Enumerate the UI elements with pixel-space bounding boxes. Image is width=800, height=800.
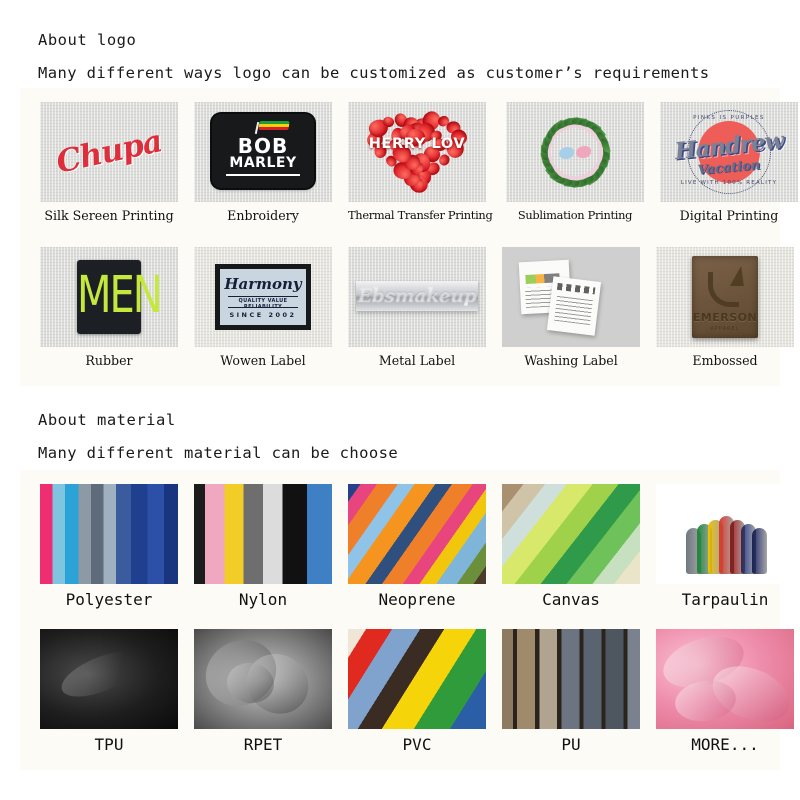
neoprene-swatch [348,484,486,584]
embossed-brand-name: EMERSON [692,311,758,324]
metal-label-thumbnail: Ebsmakeup [348,247,486,347]
logo-item-digital-printing[interactable]: PINKS IS PURPLES Handrew Vacation LIVE W… [660,102,798,223]
pvc-swatch [348,629,486,729]
silk-screen-thumbnail: Chupa [40,102,178,202]
logo-item-label: Embossed [692,353,758,368]
digital-top-text: PINKS IS PURPLES [693,115,765,121]
logo-item-label: Enbroidery [227,208,299,223]
material-item-tpu[interactable]: TPU [40,629,178,754]
material-item-neoprene[interactable]: Neoprene [348,484,486,609]
logo-item-embroidery[interactable]: BOB MARLEY Enbroidery [194,102,332,223]
logo-item-sublimation[interactable]: Sublimation Printing [506,102,644,223]
rubber-thumbnail: MEN [40,247,178,347]
logo-item-label: Washing Label [524,353,618,368]
harmony-label: Harmony QUALITY VALUE RELIABILITY SINCE … [215,264,311,330]
material-item-tarpaulin[interactable]: Tarpaulin [656,484,794,609]
leather-patch: EMERSON APPAREL [692,256,758,338]
logo-item-label: Thermal Transfer Printing [348,208,493,222]
harmony-brand-name: Harmony [224,275,302,293]
material-item-nylon[interactable]: Nylon [194,484,332,609]
harmony-tagline: QUALITY VALUE RELIABILITY [238,298,288,310]
rpet-swatch [194,629,332,729]
material-item-label: TPU [94,735,124,754]
embossed-sub-text: APPAREL [710,326,740,332]
sublimation-thumbnail [506,102,644,202]
heart-logo-text: HERRY LOV [368,136,466,152]
logo-item-woven-label[interactable]: Harmony QUALITY VALUE RELIABILITY SINCE … [194,247,332,368]
logo-grid-row-1: Chupa Silk Sereen Printing BOB MARLEY En… [20,102,798,223]
material-item-label: PU [561,735,581,754]
harmony-since: SINCE 2002 [229,311,297,319]
logo-item-label: Metal Label [378,353,456,368]
logo-item-embossed[interactable]: EMERSON APPAREL Embossed [656,247,794,368]
tpu-swatch [40,629,178,729]
logo-item-washing-label[interactable]: Washing Label [502,247,640,368]
material-section-subheading: Many different material can be choose [38,444,399,462]
lightning-bolt-icon [729,266,749,286]
nylon-swatch [194,484,332,584]
digital-printing-thumbnail: PINKS IS PURPLES Handrew Vacation LIVE W… [660,102,798,202]
logo-item-label: Wowen Label [220,353,306,368]
woven-label-thumbnail: Harmony QUALITY VALUE RELIABILITY SINCE … [194,247,332,347]
logo-item-metal-label[interactable]: Ebsmakeup Metal Label [348,247,486,368]
material-item-pvc[interactable]: PVC [348,629,486,754]
material-panel: Polyester Nylon Neoprene Canvas Tarpauli… [20,470,794,770]
logo-item-thermal-transfer[interactable]: HERRY LOV Thermal Transfer Printing [348,102,493,223]
digital-bottom-text: LIVE WITH 100% REALITY [680,180,778,186]
canvas-swatch [502,484,640,584]
material-section-heading: About material [38,411,176,429]
logo-panel: Chupa Silk Sereen Printing BOB MARLEY En… [20,88,798,386]
logo-section-heading: About logo [38,31,137,49]
material-grid-row-2: TPU RPET PVC PU MORE... [20,629,794,754]
logo-grid-row-2: MEN Rubber Harmony QUALITY VALUE RELIABI… [20,247,794,368]
logo-item-silk-screen[interactable]: Chupa Silk Sereen Printing [40,102,178,223]
material-item-label: Polyester [65,590,153,609]
more-swatch [656,629,794,729]
rubber-patch-text: MEN [77,266,163,326]
material-item-label: MORE... [691,735,759,754]
catalog-page: About logo Many different ways logo can … [0,0,800,800]
logo-item-label: Sublimation Printing [517,208,633,222]
patch-line-2: MARLEY [229,155,297,171]
material-item-label: Nylon [238,590,288,609]
embossed-thumbnail: EMERSON APPAREL [656,247,794,347]
material-item-label: Tarpaulin [681,590,769,609]
material-item-label: Neoprene [378,590,456,609]
material-item-rpet[interactable]: RPET [194,629,332,754]
washing-label-thumbnail [502,247,640,347]
material-item-polyester[interactable]: Polyester [40,484,178,609]
leaf-wreath-art [535,112,615,192]
material-item-label: Canvas [542,590,600,609]
logo-item-label: Rubber [85,353,133,368]
tarpaulin-swatch [656,484,794,584]
rubber-patch: MEN [77,260,163,334]
material-item-label: PVC [402,735,432,754]
care-tag-back [546,276,602,336]
logo-item-label: Silk Sereen Printing [44,208,174,223]
embroidery-thumbnail: BOB MARLEY [194,102,332,202]
bob-marley-patch: BOB MARLEY [212,114,314,188]
polyester-swatch [40,484,178,584]
logo-section-subheading: Many different ways logo can be customiz… [38,64,710,82]
material-item-canvas[interactable]: Canvas [502,484,640,609]
material-item-more[interactable]: MORE... [656,629,794,754]
rasta-flag-icon [258,121,290,130]
pu-swatch [502,629,640,729]
care-symbols-icon [556,282,596,295]
metal-label-text: Ebsmakeup [348,284,486,306]
logo-item-rubber[interactable]: MEN Rubber [40,247,178,368]
thermal-transfer-thumbnail: HERRY LOV [348,102,486,202]
material-item-pu[interactable]: PU [502,629,640,754]
material-grid-row-1: Polyester Nylon Neoprene Canvas Tarpauli… [20,484,794,609]
material-item-label: RPET [243,735,283,754]
logo-item-label: Digital Printing [679,208,779,223]
